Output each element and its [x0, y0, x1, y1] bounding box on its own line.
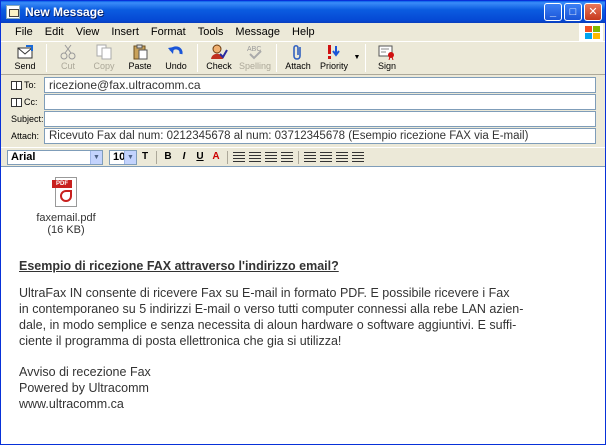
menu-file[interactable]: File [9, 26, 39, 38]
window-title: New Message [25, 5, 104, 19]
cc-label[interactable]: Cc: [1, 97, 44, 107]
chevron-down-icon: ▼ [90, 150, 102, 164]
menu-help[interactable]: Help [286, 26, 321, 38]
message-body[interactable]: PDF faxemail.pdf (16 KB) Esempio di rice… [1, 166, 605, 444]
cut-button[interactable]: Cut [50, 42, 86, 74]
check-names-icon [210, 44, 228, 60]
attach-button[interactable]: Attach [280, 42, 316, 74]
to-field[interactable]: ricezione@fax.ultracomm.ca [44, 77, 596, 93]
font-color-icon[interactable]: A [209, 150, 223, 164]
send-button[interactable]: Send [7, 42, 43, 74]
message-window: New Message _ □ ✕ File Edit View Insert … [0, 0, 606, 445]
paperclip-icon [289, 44, 307, 60]
paragraph-style-icon[interactable]: T [138, 150, 152, 164]
close-button[interactable]: ✕ [584, 3, 602, 21]
menu-format[interactable]: Format [145, 26, 192, 38]
menu-edit[interactable]: Edit [39, 26, 70, 38]
priority-icon [325, 44, 343, 60]
copy-button[interactable]: Copy [86, 42, 122, 74]
windows-logo-icon [579, 23, 603, 41]
certificate-icon [378, 44, 396, 61]
message-signature: Avviso di recezione Fax Powered by Ultra… [19, 365, 151, 411]
justify-icon[interactable] [352, 152, 364, 162]
attach-field[interactable]: Ricevuto Fax dal num: 0212345678 al num:… [44, 128, 596, 144]
bullet-list-icon[interactable] [249, 152, 261, 162]
pdf-icon: PDF [52, 177, 77, 207]
priority-dropdown[interactable]: ▼ [352, 42, 362, 74]
toolbar: Send Cut Copy Paste Undo Check ABC Spell… [1, 41, 605, 75]
send-icon [16, 44, 34, 60]
increase-indent-icon[interactable] [281, 152, 293, 162]
attach-label: Attach: [11, 131, 40, 141]
undo-button[interactable]: Undo [158, 42, 194, 74]
menu-view[interactable]: View [70, 26, 106, 38]
attachment[interactable]: PDF faxemail.pdf (16 KB) [29, 177, 103, 236]
copy-icon [95, 44, 113, 60]
minimize-button[interactable]: _ [544, 3, 562, 21]
attachment-name: faxemail.pdf [36, 212, 96, 224]
chevron-down-icon: ▼ [353, 54, 361, 61]
message-paragraph: UltraFax IN consente di ricevere Fax su … [19, 286, 524, 348]
menu-tools[interactable]: Tools [192, 26, 230, 38]
sign-button[interactable]: Sign [369, 42, 405, 74]
address-book-icon [11, 97, 22, 107]
scissors-icon [59, 44, 77, 60]
undo-icon [167, 44, 185, 60]
underline-icon[interactable]: U [193, 150, 207, 164]
message-heading: Esempio di ricezione FAX attraverso l'in… [19, 259, 339, 273]
font-size-select[interactable]: 10 ▼ [109, 149, 137, 165]
to-label[interactable]: To: [1, 80, 44, 90]
new-message-icon [6, 5, 20, 19]
address-book-icon [11, 80, 22, 90]
maximize-button[interactable]: □ [564, 3, 582, 21]
check-button[interactable]: Check [201, 42, 237, 74]
spelling-button[interactable]: ABC Spelling [237, 42, 273, 74]
align-center-icon[interactable] [320, 152, 332, 162]
menu-insert[interactable]: Insert [105, 26, 145, 38]
format-bar: Arial ▼ 10 ▼ T B I U A [1, 147, 605, 166]
chevron-down-icon: ▼ [124, 150, 136, 164]
menu-bar: File Edit View Insert Format Tools Messa… [1, 23, 605, 41]
cc-field[interactable] [44, 94, 596, 110]
align-left-icon[interactable] [304, 152, 316, 162]
subject-field[interactable] [44, 111, 596, 127]
decrease-indent-icon[interactable] [265, 152, 277, 162]
align-right-icon[interactable] [336, 152, 348, 162]
title-bar[interactable]: New Message _ □ ✕ [1, 1, 605, 23]
paste-button[interactable]: Paste [122, 42, 158, 74]
header-fields: To: ricezione@fax.ultracomm.ca Cc: Subje… [1, 76, 605, 146]
spelling-icon: ABC [246, 44, 264, 60]
italic-icon[interactable]: I [177, 150, 191, 164]
numbered-list-icon[interactable] [233, 152, 245, 162]
font-select[interactable]: Arial ▼ [7, 149, 103, 165]
menu-message[interactable]: Message [229, 26, 286, 38]
attachment-size: (16 KB) [47, 224, 85, 236]
priority-button[interactable]: Priority [316, 42, 352, 74]
clipboard-icon [131, 44, 149, 60]
subject-label: Subject: [11, 114, 44, 124]
bold-icon[interactable]: B [161, 150, 175, 164]
